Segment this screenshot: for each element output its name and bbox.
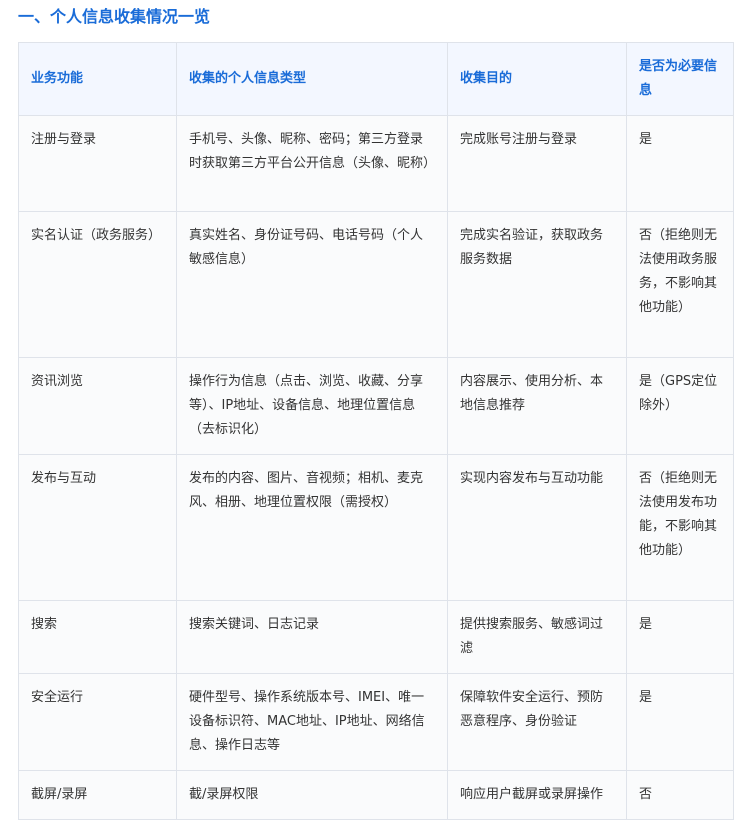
cell-required: 否 [626,770,734,820]
cell-required: 是 [626,600,734,674]
header-purpose: 收集目的 [447,42,627,116]
cell-function: 安全运行 [18,673,177,771]
cell-required: 是 [626,673,734,771]
cell-function: 资讯浏览 [18,357,177,455]
cell-info-type: 发布的内容、图片、音视频；相机、麦克风、相册、地理位置权限（需授权） [176,454,448,601]
cell-info-type: 硬件型号、操作系统版本号、IMEI、唯一设备标识符、MAC地址、IP地址、网络信… [176,673,448,771]
info-collection-table: 业务功能 收集的个人信息类型 收集目的 是否为必要信息 注册与登录 手机号、头像… [18,42,734,820]
table-row: 资讯浏览 操作行为信息（点击、浏览、收藏、分享等）、IP地址、设备信息、地理位置… [18,357,734,455]
cell-info-type: 搜索关键词、日志记录 [176,600,448,674]
cell-purpose: 保障软件安全运行、预防恶意程序、身份验证 [447,673,627,771]
cell-required: 否（拒绝则无法使用发布功能，不影响其他功能） [626,454,734,601]
table-header: 业务功能 收集的个人信息类型 收集目的 是否为必要信息 [18,42,734,116]
cell-function: 实名认证（政务服务） [18,211,177,358]
page: 一、个人信息收集情况一览 业务功能 收集的个人信息类型 收集目的 是否为必要信息… [0,0,749,820]
cell-purpose: 实现内容发布与互动功能 [447,454,627,601]
cell-purpose: 完成账号注册与登录 [447,115,627,212]
cell-required: 否（拒绝则无法使用政务服务，不影响其他功能） [626,211,734,358]
cell-info-type: 截/录屏权限 [176,770,448,820]
header-row: 业务功能 收集的个人信息类型 收集目的 是否为必要信息 [18,42,734,116]
header-function: 业务功能 [18,42,177,116]
section-title: 一、个人信息收集情况一览 [18,7,211,26]
table-body: 注册与登录 手机号、头像、昵称、密码；第三方登录时获取第三方平台公开信息（头像、… [18,115,734,820]
cell-purpose: 响应用户截屏或录屏操作 [447,770,627,820]
cell-purpose: 完成实名验证，获取政务服务数据 [447,211,627,358]
cell-required: 是 [626,115,734,212]
cell-purpose: 提供搜索服务、敏感词过滤 [447,600,627,674]
cell-info-type: 手机号、头像、昵称、密码；第三方登录时获取第三方平台公开信息（头像、昵称） [176,115,448,212]
cell-info-type: 真实姓名、身份证号码、电话号码（个人敏感信息） [176,211,448,358]
header-info-type: 收集的个人信息类型 [176,42,448,116]
cell-required: 是（GPS定位除外） [626,357,734,455]
table-row: 截屏/录屏 截/录屏权限 响应用户截屏或录屏操作 否 [18,770,734,820]
cell-function: 发布与互动 [18,454,177,601]
cell-purpose: 内容展示、使用分析、本地信息推荐 [447,357,627,455]
cell-function: 搜索 [18,600,177,674]
header-required: 是否为必要信息 [626,42,734,116]
cell-function: 截屏/录屏 [18,770,177,820]
cell-info-type: 操作行为信息（点击、浏览、收藏、分享等）、IP地址、设备信息、地理位置信息（去标… [176,357,448,455]
cell-function: 注册与登录 [18,115,177,212]
table-row: 搜索 搜索关键词、日志记录 提供搜索服务、敏感词过滤 是 [18,600,734,674]
table-row: 注册与登录 手机号、头像、昵称、密码；第三方登录时获取第三方平台公开信息（头像、… [18,115,734,212]
table-row: 实名认证（政务服务） 真实姓名、身份证号码、电话号码（个人敏感信息） 完成实名验… [18,211,734,358]
table-row: 安全运行 硬件型号、操作系统版本号、IMEI、唯一设备标识符、MAC地址、IP地… [18,673,734,771]
table-row: 发布与互动 发布的内容、图片、音视频；相机、麦克风、相册、地理位置权限（需授权）… [18,454,734,601]
